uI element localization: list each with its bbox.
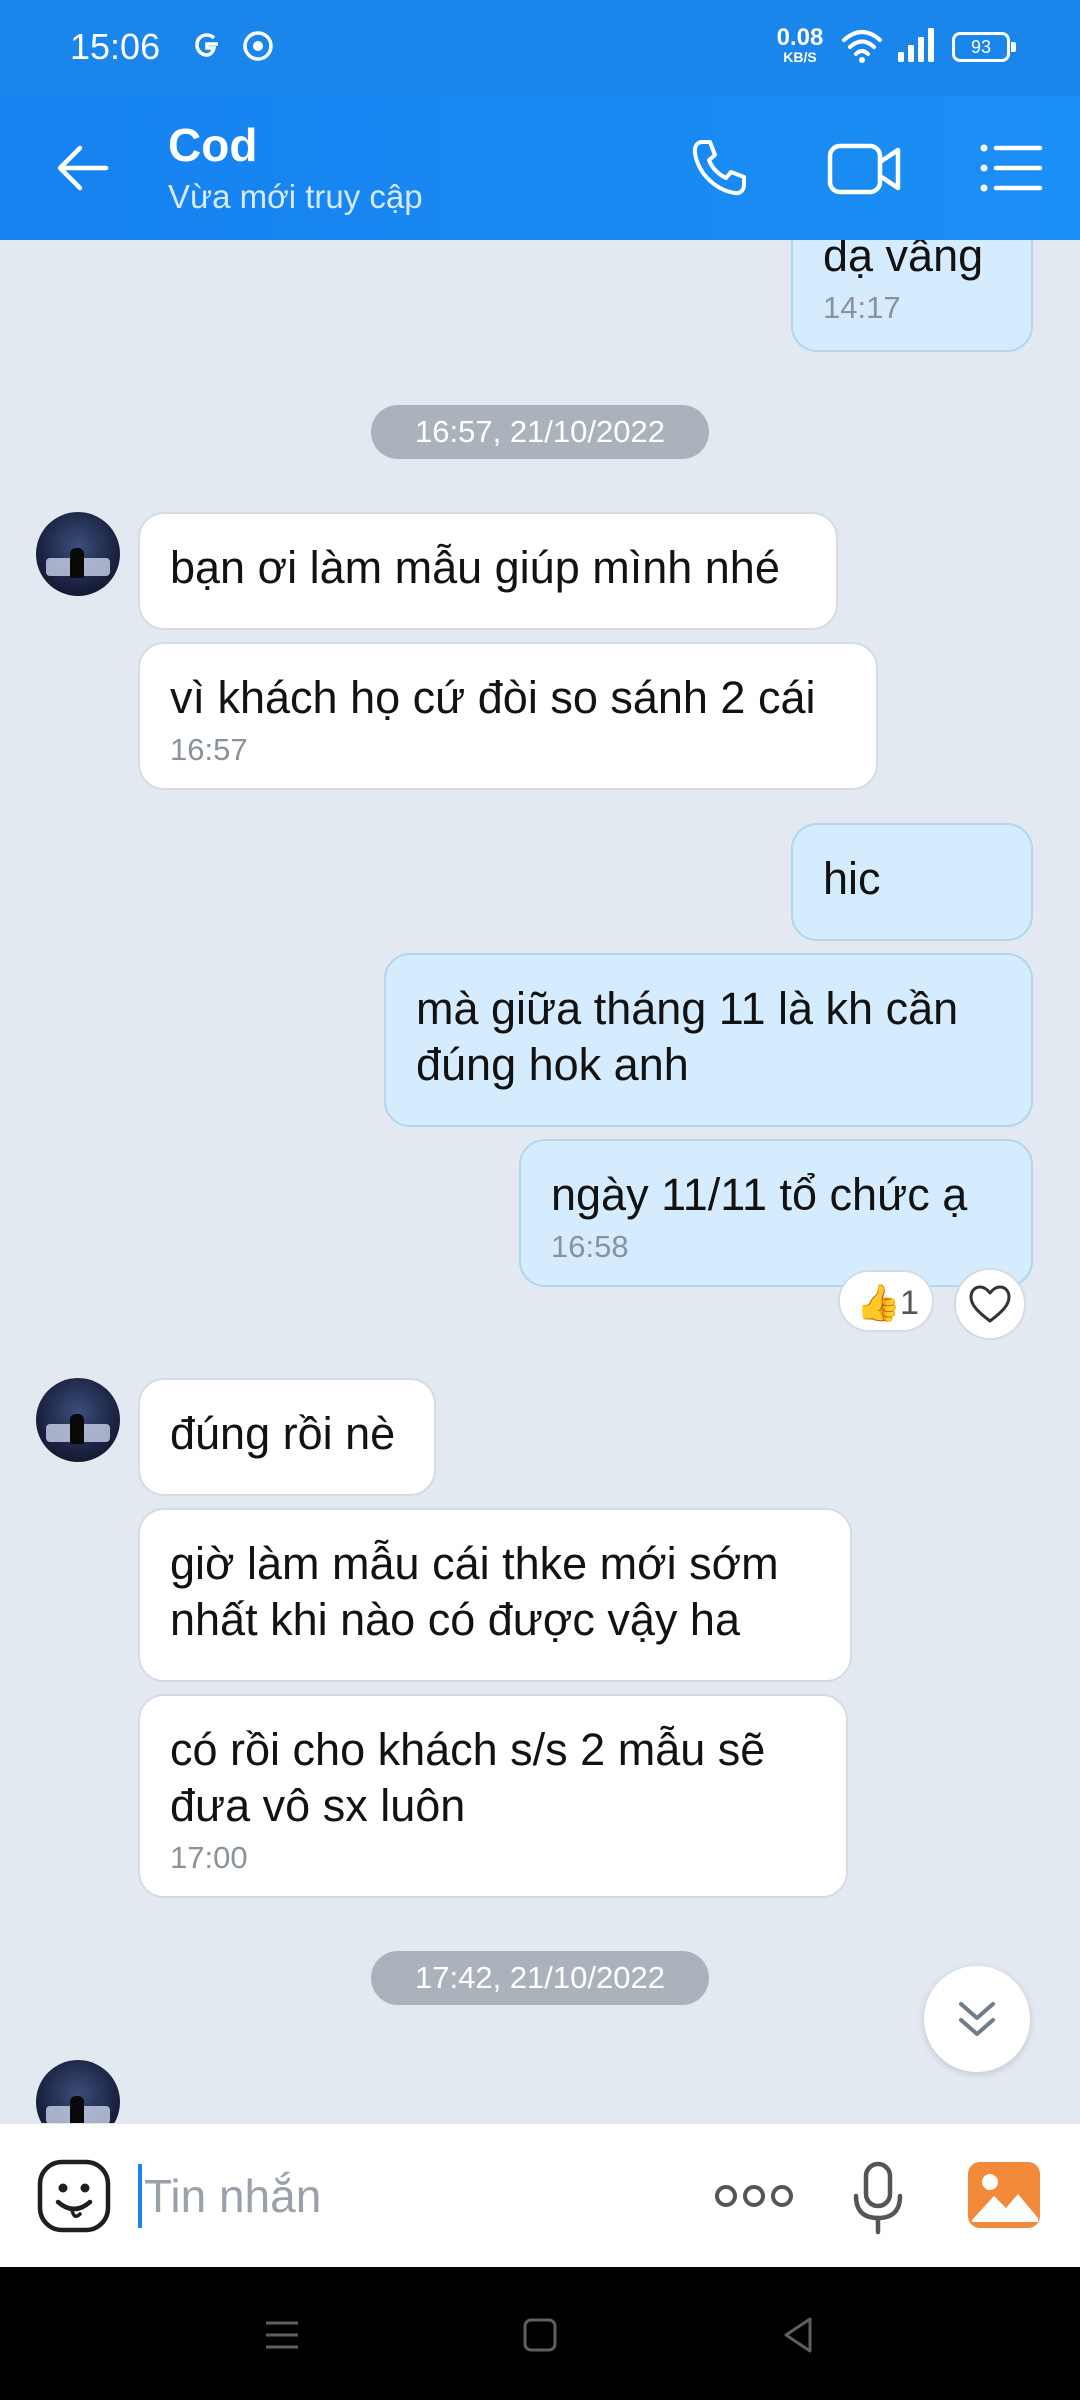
contact-status: Vừa mới truy cập [168, 178, 423, 215]
message-text: giờ làm mẫu cái thke mới sớm nhất khi nà… [170, 1538, 779, 1645]
message-bubble-incoming[interactable]: đúng rồi nè [138, 1378, 436, 1496]
battery-indicator: 93 [952, 32, 1016, 62]
contact-avatar[interactable] [36, 2060, 120, 2123]
wifi-icon [842, 30, 882, 63]
menu-list-icon[interactable] [968, 132, 1048, 204]
message-bubble-incoming[interactable]: giờ làm mẫu cái thke mới sớm nhất khi nà… [138, 1508, 852, 1682]
net-speed-unit: KB/S [783, 49, 817, 65]
message-text: bạn ơi làm mẫu giúp mình nhé [170, 542, 780, 593]
message-bubble-outgoing[interactable]: mà giữa tháng 11 là kh cần đúng hok anh [384, 953, 1033, 1127]
signal-icon [898, 28, 934, 62]
message-bubble-outgoing[interactable]: ngày 11/11 tổ chức ạ 16:58 [519, 1139, 1033, 1287]
message-time: 17:00 [170, 1840, 248, 1875]
message-text: đúng rồi nè [170, 1408, 396, 1459]
message-input[interactable] [144, 2160, 684, 2232]
message-time: 16:58 [551, 1229, 629, 1264]
status-bar: 15:06 0.08 KB/S 93 [0, 0, 1080, 96]
message-text: mà giữa tháng 11 là kh cần đúng hok anh [416, 983, 959, 1090]
message-time: 14:17 [823, 290, 901, 325]
home-nav-icon[interactable] [516, 2311, 564, 2359]
message-text: hic [823, 853, 881, 904]
network-speed: 0.08 KB/S [770, 24, 830, 65]
phone-icon[interactable] [680, 132, 760, 204]
contact-avatar[interactable] [36, 512, 120, 596]
system-nav-bar [0, 2267, 1080, 2400]
chrome-icon [243, 31, 273, 61]
google-app-icon [195, 33, 218, 57]
menu-nav-icon[interactable] [258, 2311, 306, 2359]
message-input-bar [0, 2123, 1080, 2267]
text-cursor [138, 2164, 142, 2228]
date-separator: 17:42, 21/10/2022 [371, 1951, 709, 2005]
message-bubble-outgoing[interactable]: dạ vâng 14:17 [791, 240, 1033, 352]
back-arrow-icon[interactable] [48, 132, 120, 204]
message-bubble-outgoing[interactable]: hic [791, 823, 1033, 941]
message-text: dạ vâng [823, 240, 984, 281]
message-time: 16:57 [170, 732, 248, 767]
message-text: có rồi cho khách s/s 2 mẫu sẽ đưa vô sx … [170, 1724, 766, 1831]
status-time: 15:06 [70, 26, 161, 67]
back-nav-icon[interactable] [774, 2311, 822, 2359]
net-speed-value: 0.08 [776, 24, 824, 51]
date-separator: 16:57, 21/10/2022 [371, 405, 709, 459]
thumbs-up-icon: 👍 [856, 1282, 901, 1323]
chat-header: Cod Vừa mới truy cập [0, 96, 1080, 240]
message-text: vì khách họ cứ đòi so sánh 2 cái [170, 672, 816, 723]
more-dots-icon[interactable] [712, 2174, 796, 2218]
video-call-icon[interactable] [824, 132, 904, 204]
emoji-icon[interactable] [36, 2158, 112, 2234]
message-text: ngày 11/11 tổ chức ạ [551, 1169, 968, 1220]
contact-avatar[interactable] [36, 1378, 120, 1462]
chat-messages-area[interactable]: dạ vâng 14:17 16:57, 21/10/2022 bạn ơi l… [0, 240, 1080, 2123]
reaction-badge[interactable]: 👍 1 [838, 1270, 934, 1332]
double-chevron-down-icon [959, 2002, 995, 2036]
microphone-icon[interactable] [850, 2160, 906, 2236]
scroll-to-bottom-button[interactable] [924, 1966, 1030, 2072]
heart-icon [969, 1285, 1011, 1323]
message-bubble-incoming[interactable]: bạn ơi làm mẫu giúp mình nhé [138, 512, 838, 630]
reaction-count: 1 [900, 1284, 919, 1322]
message-bubble-incoming[interactable]: vì khách họ cứ đòi so sánh 2 cái 16:57 [138, 642, 878, 790]
react-heart-button[interactable] [954, 1268, 1026, 1340]
message-bubble-incoming[interactable]: có rồi cho khách s/s 2 mẫu sẽ đưa vô sx … [138, 1694, 848, 1898]
contact-name[interactable]: Cod [168, 118, 257, 172]
gallery-icon[interactable] [966, 2160, 1042, 2230]
